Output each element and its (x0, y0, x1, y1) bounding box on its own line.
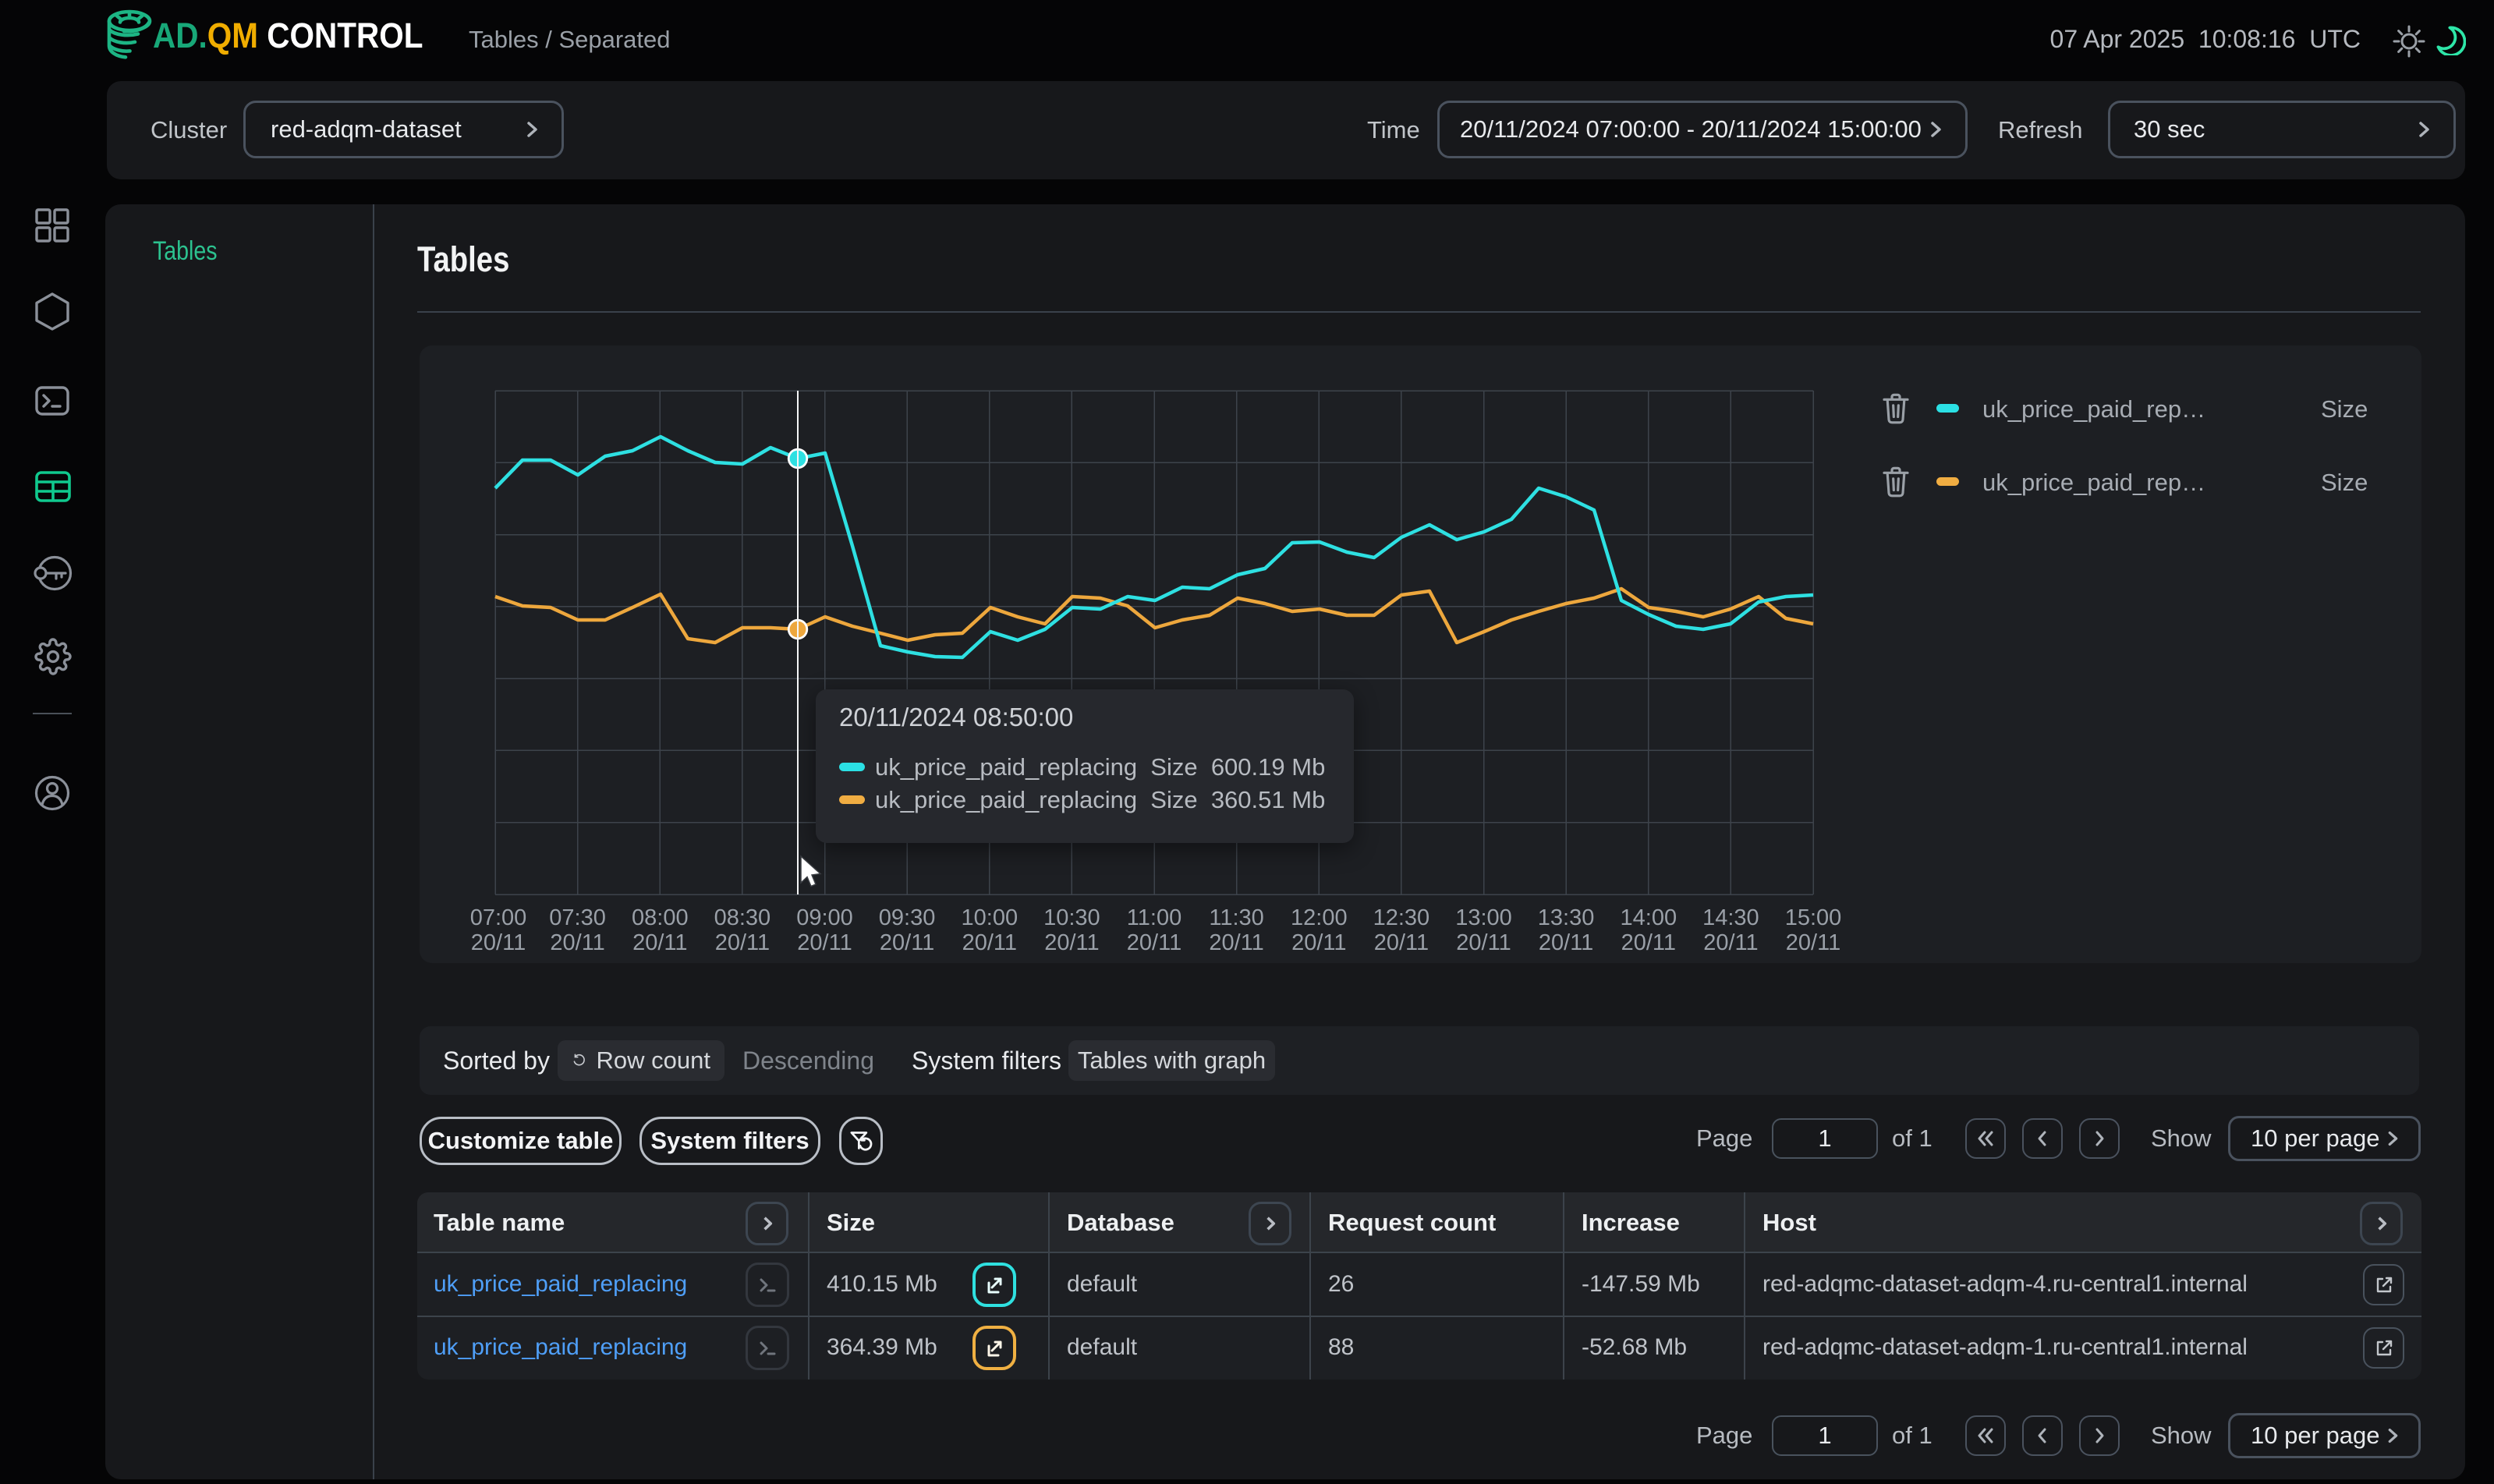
svg-text:07:30: 07:30 (549, 905, 606, 930)
svg-text:20/11: 20/11 (1539, 930, 1593, 955)
svg-text:20/11: 20/11 (1209, 930, 1263, 955)
svg-text:20/11: 20/11 (1374, 930, 1429, 955)
svg-text:14:30: 14:30 (1702, 905, 1759, 930)
svg-text:20/11: 20/11 (715, 930, 770, 955)
svg-text:20/11: 20/11 (1456, 930, 1511, 955)
svg-text:20/11: 20/11 (632, 930, 687, 955)
svg-text:13:30: 13:30 (1538, 905, 1595, 930)
svg-text:20/11: 20/11 (550, 930, 604, 955)
svg-text:11:00: 11:00 (1127, 905, 1181, 930)
svg-text:20/11: 20/11 (880, 930, 934, 955)
svg-text:12:00: 12:00 (1291, 905, 1348, 930)
svg-text:09:30: 09:30 (879, 905, 936, 930)
svg-text:11:30: 11:30 (1209, 905, 1263, 930)
svg-text:20/11: 20/11 (962, 930, 1017, 955)
svg-text:07:00: 07:00 (470, 905, 527, 930)
svg-text:20/11: 20/11 (1044, 930, 1099, 955)
svg-text:20/11: 20/11 (1127, 930, 1181, 955)
svg-text:09:00: 09:00 (796, 905, 853, 930)
svg-text:08:00: 08:00 (632, 905, 689, 930)
svg-text:12:30: 12:30 (1373, 905, 1430, 930)
svg-text:13:00: 13:00 (1455, 905, 1512, 930)
svg-text:14:00: 14:00 (1621, 905, 1677, 930)
svg-text:10:00: 10:00 (962, 905, 1019, 930)
svg-text:20/11: 20/11 (1621, 930, 1676, 955)
svg-text:15:00: 15:00 (1785, 905, 1842, 930)
svg-text:20/11: 20/11 (1291, 930, 1346, 955)
svg-text:20/11: 20/11 (471, 930, 526, 955)
svg-text:20/11: 20/11 (1703, 930, 1758, 955)
svg-text:20/11: 20/11 (1786, 930, 1840, 955)
svg-text:20/11: 20/11 (797, 930, 852, 955)
svg-text:08:30: 08:30 (714, 905, 771, 930)
svg-text:10:30: 10:30 (1043, 905, 1100, 930)
